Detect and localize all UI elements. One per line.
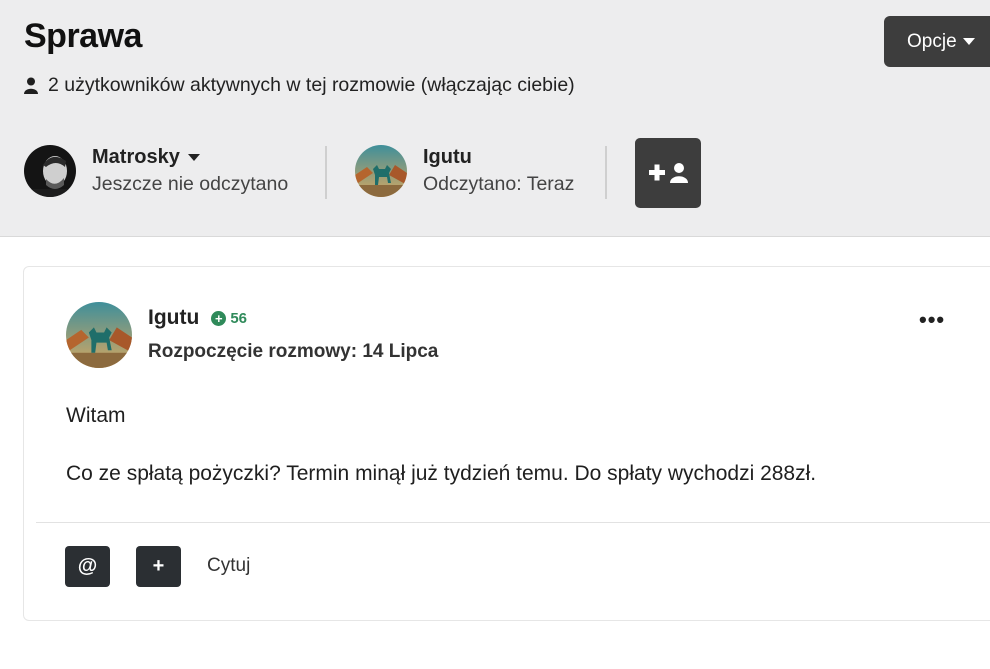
- caret-down-icon[interactable]: [187, 154, 200, 161]
- message-card: Igutu + 56 Rozpoczęcie rozmowy: 14 Lipca…: [23, 266, 990, 621]
- participant-status: Jeszcze nie odczytano: [92, 173, 289, 195]
- plus-button[interactable]: +: [136, 546, 181, 587]
- reputation-badge[interactable]: + 56: [211, 310, 247, 327]
- message-text: Co ze spłatą pożyczki? Termin minął już …: [66, 462, 817, 485]
- post-author: Igutu + 56: [148, 306, 247, 330]
- add-user-icon: [649, 163, 688, 183]
- active-users-info: 2 użytkowników aktywnych w tej rozmowie …: [24, 74, 575, 97]
- divider: [605, 146, 607, 199]
- active-users-text: 2 użytkowników aktywnych w tej rozmowie …: [48, 74, 575, 96]
- participant-matrosky[interactable]: Matrosky Jeszcze nie odczytano: [24, 143, 288, 199]
- user-icon: [24, 77, 38, 94]
- plus-circle-icon: +: [211, 310, 227, 326]
- avatar[interactable]: [66, 302, 132, 368]
- mention-button[interactable]: @: [65, 546, 110, 587]
- participant-status: Odczytano: Teraz: [423, 173, 575, 195]
- page-title: Sprawa: [24, 17, 142, 55]
- author-name[interactable]: Igutu: [148, 306, 199, 330]
- participant-igutu[interactable]: Igutu Odczytano: Teraz: [355, 143, 574, 199]
- participant-name[interactable]: Igutu: [423, 146, 472, 169]
- options-label: Opcje: [907, 30, 957, 52]
- divider: [36, 522, 990, 523]
- quote-button[interactable]: Cytuj: [207, 555, 250, 577]
- add-participant-button[interactable]: [635, 138, 701, 208]
- reputation-value: 56: [230, 309, 247, 327]
- avatar[interactable]: [24, 145, 76, 197]
- message-text: Witam: [66, 404, 126, 427]
- participant-name[interactable]: Matrosky: [92, 146, 180, 169]
- divider: [325, 146, 327, 199]
- options-button[interactable]: Opcje: [884, 16, 990, 67]
- ellipsis-icon[interactable]: •••: [919, 309, 945, 331]
- avatar[interactable]: [355, 145, 407, 197]
- caret-down-icon: [962, 38, 975, 45]
- conversation-start-date: Rozpoczęcie rozmowy: 14 Lipca: [148, 341, 439, 362]
- conversation-header: Sprawa Opcje 2 użytkowników aktywnych w …: [0, 0, 990, 237]
